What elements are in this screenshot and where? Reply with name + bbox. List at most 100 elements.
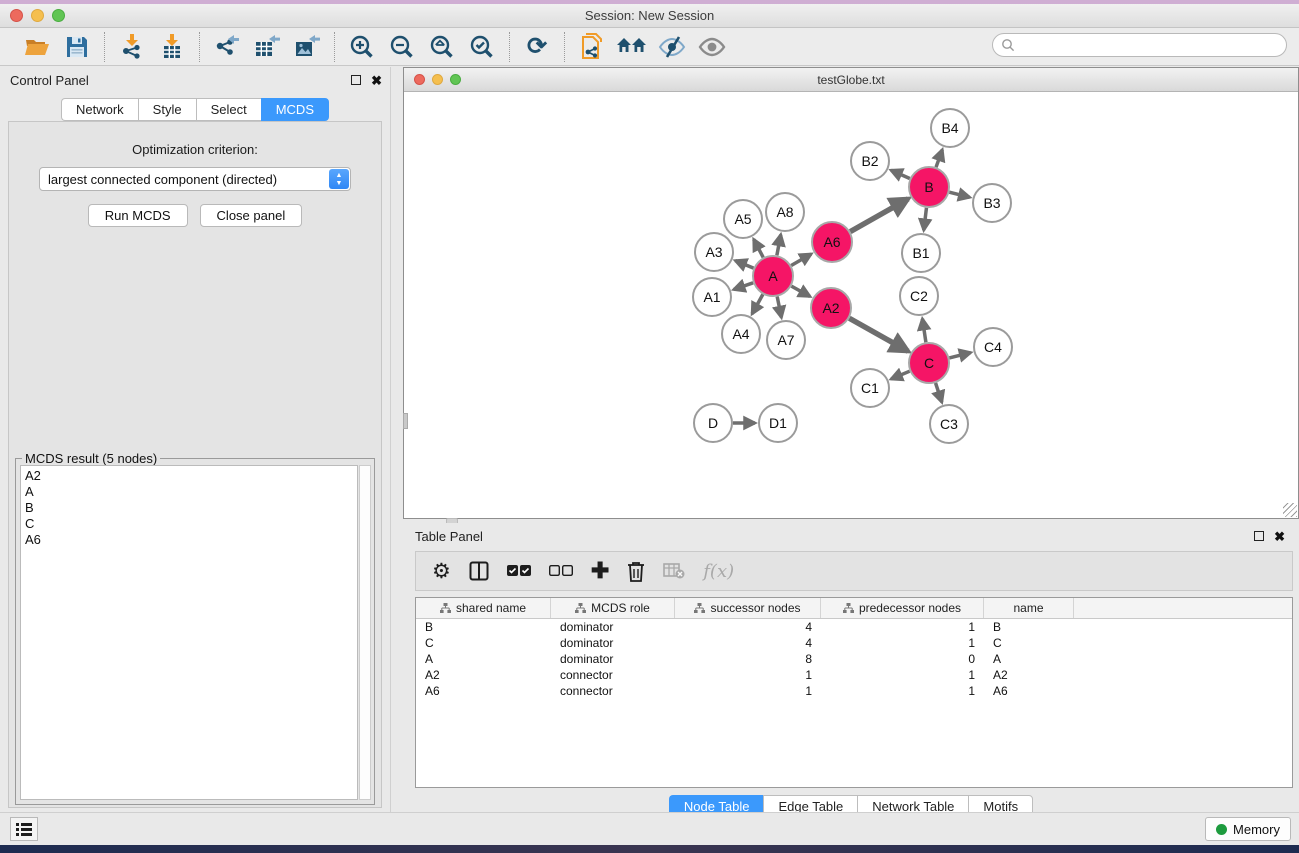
graph-node-B1[interactable]: B1 (901, 233, 941, 273)
zoom-window-button[interactable] (52, 9, 65, 22)
graph-node-A4[interactable]: A4 (721, 314, 761, 354)
select-all-columns-icon[interactable] (507, 558, 531, 584)
result-list-scrollbar[interactable] (359, 465, 371, 800)
column-header-MCDS-role[interactable]: MCDS role (551, 598, 675, 618)
graph-node-A6[interactable]: A6 (811, 221, 853, 263)
result-list-item[interactable]: A (25, 484, 353, 500)
column-header-name[interactable]: name (984, 598, 1074, 618)
table-cell[interactable]: 1 (821, 667, 984, 683)
refresh-icon[interactable]: ⟳ (520, 32, 554, 62)
minimize-window-button[interactable] (31, 9, 44, 22)
table-cell[interactable]: C (984, 635, 1074, 651)
table-cell[interactable]: 1 (675, 683, 821, 699)
result-list-item[interactable]: A2 (25, 468, 353, 484)
zoom-in-icon[interactable] (345, 32, 379, 62)
graph-node-C2[interactable]: C2 (899, 276, 939, 316)
edge-A-A3[interactable] (735, 261, 753, 268)
edge-A6-B[interactable] (850, 199, 908, 232)
import-table-icon[interactable] (155, 32, 189, 62)
tab-select[interactable]: Select (196, 98, 261, 121)
table-cell[interactable]: 1 (675, 667, 821, 683)
edge-A-A7[interactable] (777, 297, 781, 318)
graph-node-B3[interactable]: B3 (972, 183, 1012, 223)
graph-node-A2[interactable]: A2 (810, 287, 852, 329)
graph-node-A1[interactable]: A1 (692, 277, 732, 317)
table-cell[interactable]: dominator (551, 635, 675, 651)
show-all-icon[interactable] (695, 32, 729, 62)
import-network-icon[interactable] (115, 32, 149, 62)
tab-network[interactable]: Network (61, 98, 138, 121)
table-cell[interactable]: A6 (416, 683, 551, 699)
table-cell[interactable]: C (416, 635, 551, 651)
edge-C-C2[interactable] (922, 319, 926, 342)
float-table-panel-icon[interactable] (1254, 531, 1264, 541)
table-cell[interactable]: 1 (821, 619, 984, 635)
table-cell[interactable]: 1 (821, 635, 984, 651)
table-cell[interactable]: 8 (675, 651, 821, 667)
table-row[interactable]: Bdominator41B (416, 619, 1292, 635)
tab-style[interactable]: Style (138, 98, 196, 121)
graph-node-C3[interactable]: C3 (929, 404, 969, 444)
node-table[interactable]: shared nameMCDS rolesuccessor nodesprede… (415, 597, 1293, 788)
close-table-panel-icon[interactable]: ✖ (1274, 530, 1285, 543)
column-header-shared-name[interactable]: shared name (416, 598, 551, 618)
graph-node-A5[interactable]: A5 (723, 199, 763, 239)
result-list-item[interactable]: B (25, 500, 353, 516)
table-settings-icon[interactable]: ⚙ (432, 558, 451, 584)
result-list-item[interactable]: A6 (25, 532, 353, 548)
graph-node-A8[interactable]: A8 (765, 192, 805, 232)
graph-node-B2[interactable]: B2 (850, 141, 890, 181)
edge-A-A8[interactable] (777, 235, 781, 256)
table-cell[interactable]: dominator (551, 651, 675, 667)
table-cell[interactable]: A2 (984, 667, 1074, 683)
close-panel-icon[interactable]: ✖ (371, 74, 382, 87)
mcds-result-list[interactable]: A2ABCA6 (20, 465, 358, 800)
table-cell[interactable]: 0 (821, 651, 984, 667)
table-row[interactable]: A2connector11A2 (416, 667, 1292, 683)
table-cell[interactable]: A6 (984, 683, 1074, 699)
delete-row-icon[interactable] (627, 558, 645, 584)
open-file-icon[interactable] (20, 32, 54, 62)
graph-node-C[interactable]: C (908, 342, 950, 384)
table-cell[interactable]: B (984, 619, 1074, 635)
network-minimize-button[interactable] (432, 74, 443, 85)
edge-A-A5[interactable] (754, 239, 764, 257)
first-neighbors-icon[interactable] (615, 32, 649, 62)
window-resize-grip[interactable] (1283, 503, 1297, 517)
graph-node-D1[interactable]: D1 (758, 403, 798, 443)
graph-node-B4[interactable]: B4 (930, 108, 970, 148)
search-field[interactable] (992, 33, 1287, 57)
search-input[interactable] (1015, 38, 1286, 52)
show-columns-icon[interactable] (469, 558, 489, 584)
table-cell[interactable]: connector (551, 683, 675, 699)
run-mcds-button[interactable]: Run MCDS (88, 204, 188, 227)
table-cell[interactable]: A (984, 651, 1074, 667)
delete-table-icon[interactable] (663, 558, 685, 584)
network-vertical-scrollbar[interactable] (403, 413, 408, 429)
table-row[interactable]: A6connector11A6 (416, 683, 1292, 699)
edge-A2-C[interactable] (849, 318, 908, 351)
table-cell[interactable]: dominator (551, 619, 675, 635)
network-zoom-button[interactable] (450, 74, 461, 85)
zoom-out-icon[interactable] (385, 32, 419, 62)
criterion-dropdown[interactable]: largest connected component (directed) ▲… (39, 167, 351, 191)
column-header-predecessor-nodes[interactable]: predecessor nodes (821, 598, 984, 618)
edge-C-C4[interactable] (949, 353, 970, 358)
table-cell[interactable]: 1 (821, 683, 984, 699)
table-cell[interactable]: connector (551, 667, 675, 683)
result-list-item[interactable]: C (25, 516, 353, 532)
table-cell[interactable]: A (416, 651, 551, 667)
edge-C-C1[interactable] (891, 371, 909, 379)
table-row[interactable]: Adominator80A (416, 651, 1292, 667)
table-cell[interactable]: 4 (675, 635, 821, 651)
network-canvas[interactable]: AA1A2A3A4A5A6A7A8BB1B2B3B4CC1C2C3C4DD1 (405, 93, 1297, 517)
close-panel-button[interactable]: Close panel (200, 204, 303, 227)
graph-node-A[interactable]: A (752, 255, 794, 297)
table-cell[interactable]: 4 (675, 619, 821, 635)
zoom-fit-icon[interactable] (425, 32, 459, 62)
zoom-selected-icon[interactable] (465, 32, 499, 62)
edge-B-B1[interactable] (924, 208, 927, 230)
graph-node-A3[interactable]: A3 (694, 232, 734, 272)
hide-selected-icon[interactable] (655, 32, 689, 62)
graph-node-C1[interactable]: C1 (850, 368, 890, 408)
